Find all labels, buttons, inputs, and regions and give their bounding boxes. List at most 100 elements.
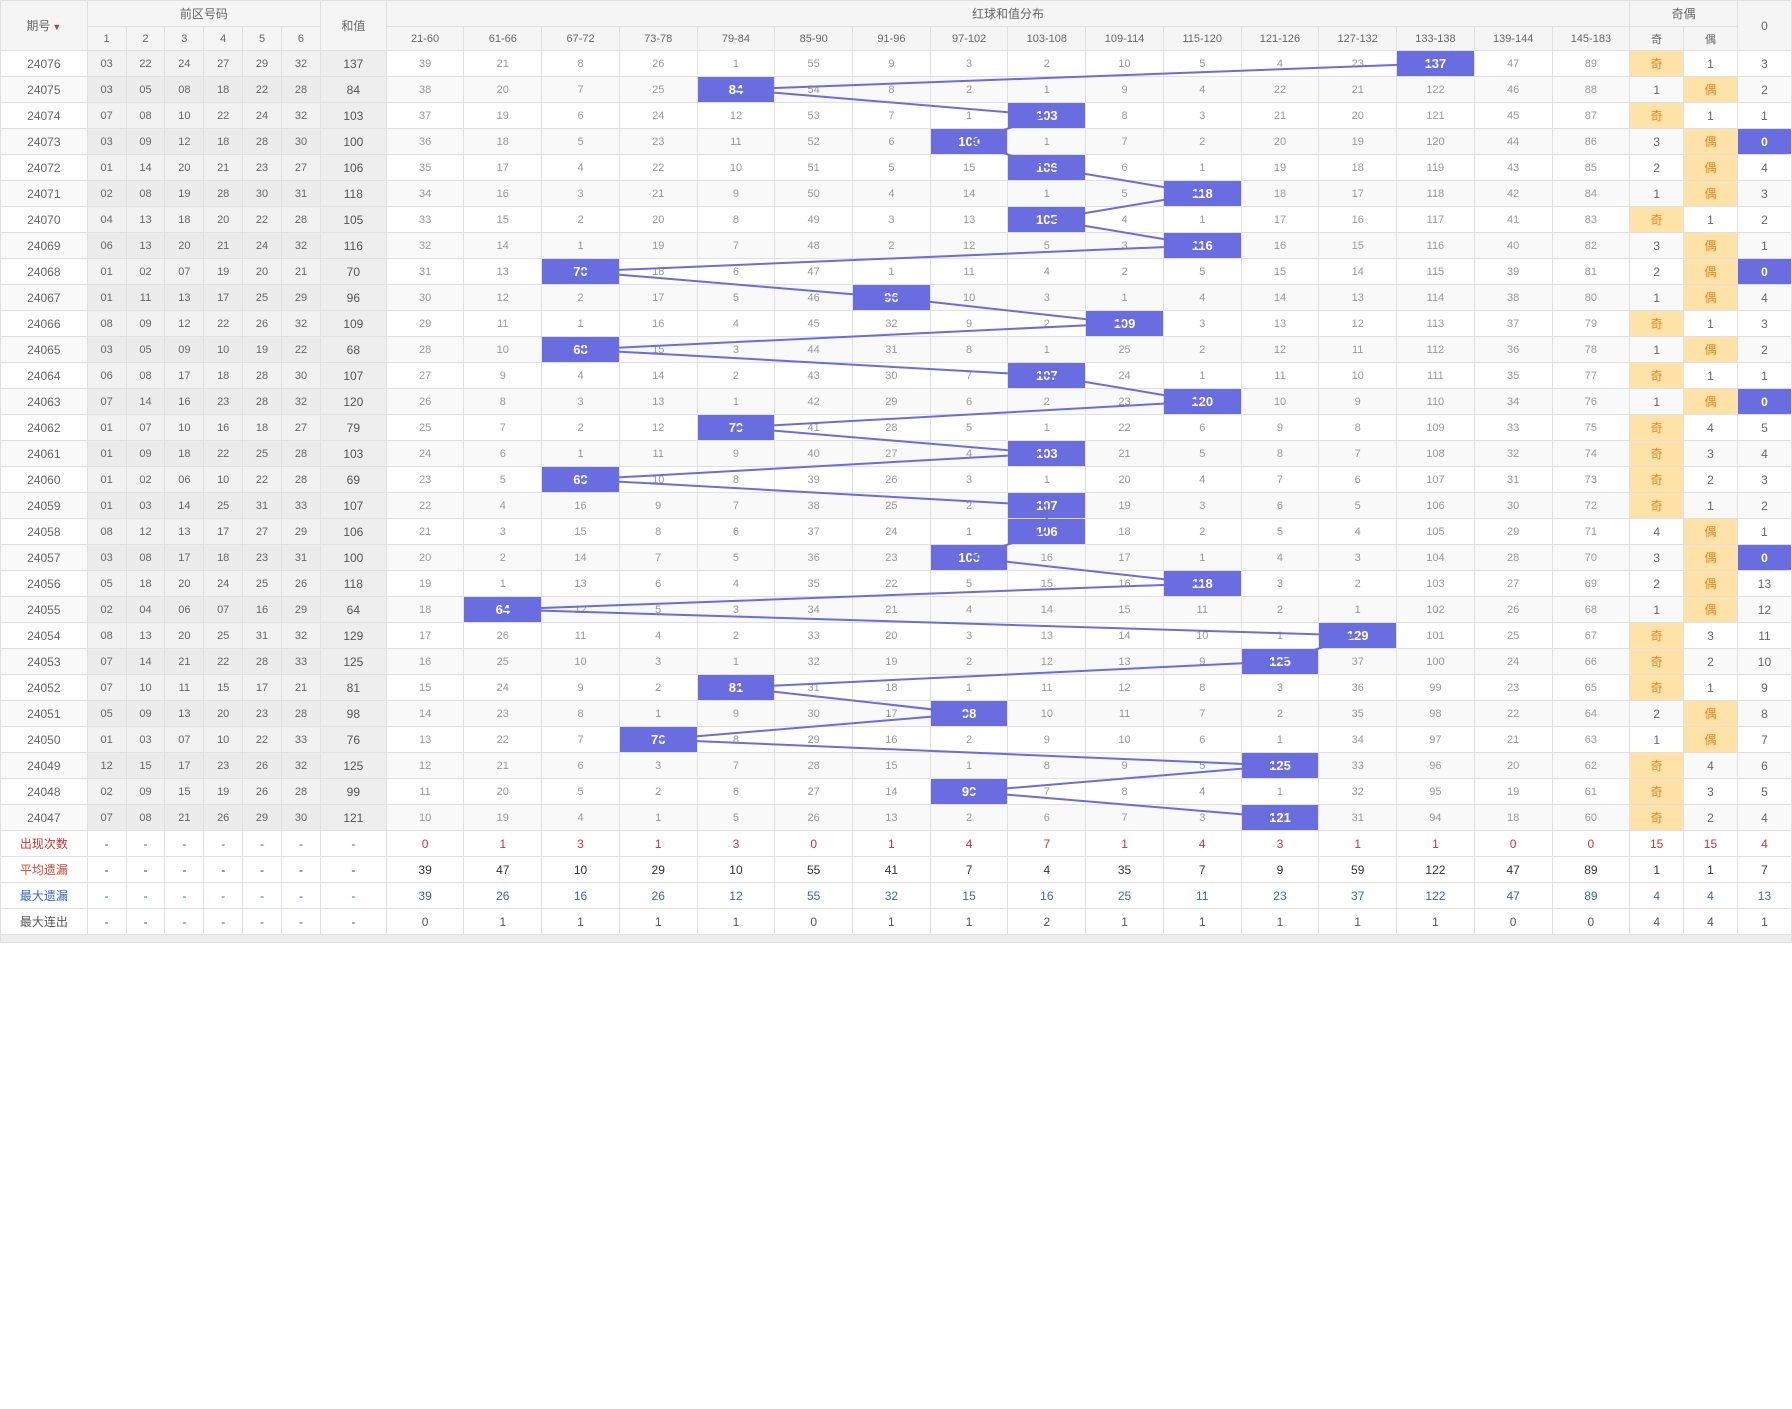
ball-cell: 14 bbox=[126, 389, 165, 415]
dist-cell: 18 bbox=[619, 259, 697, 285]
dist-cell: 4 bbox=[542, 805, 620, 831]
dist-hit-cell: 107 bbox=[1008, 363, 1086, 389]
dist-cell: 99 bbox=[1397, 675, 1475, 701]
ji-cell: 奇 bbox=[1630, 207, 1684, 233]
ball-cell: 26 bbox=[204, 805, 243, 831]
dist-cell: 10 bbox=[542, 649, 620, 675]
ou-cell: 2 bbox=[1684, 467, 1738, 493]
dist-cell: 14 bbox=[1086, 623, 1164, 649]
ball-cell: 18 bbox=[165, 441, 204, 467]
hezhi-cell: 64 bbox=[320, 597, 386, 623]
dist-cell: 2 bbox=[1163, 129, 1241, 155]
dist-cell: 20 bbox=[1474, 753, 1552, 779]
dist-hit-cell: 84 bbox=[697, 77, 775, 103]
zero-cell: 1 bbox=[1737, 233, 1791, 259]
stat-cell: 16 bbox=[542, 883, 620, 909]
dist-cell: 50 bbox=[775, 181, 853, 207]
dist-cell: 13 bbox=[1086, 649, 1164, 675]
dist-cell: 88 bbox=[1552, 77, 1630, 103]
stat-cell: 11 bbox=[1163, 883, 1241, 909]
qihao-cell: 24071 bbox=[1, 181, 88, 207]
dist-hit-cell: 125 bbox=[1241, 649, 1319, 675]
ball-cell: 13 bbox=[126, 623, 165, 649]
ball-cell: 16 bbox=[165, 389, 204, 415]
stat-cell: 1 bbox=[464, 831, 542, 857]
horizontal-scrollbar[interactable] bbox=[0, 935, 1792, 943]
dist-cell: 1 bbox=[697, 649, 775, 675]
stat-cell: 3 bbox=[1241, 831, 1319, 857]
dist-cell: 26 bbox=[386, 389, 464, 415]
dist-cell: 11 bbox=[697, 129, 775, 155]
dist-cell: 4 bbox=[1008, 259, 1086, 285]
ji-cell: 1 bbox=[1630, 77, 1684, 103]
dist-cell: 2 bbox=[853, 233, 931, 259]
ball-cell: 11 bbox=[165, 675, 204, 701]
dist-cell: 20 bbox=[386, 545, 464, 571]
ou-cell: 偶 bbox=[1684, 701, 1738, 727]
ball-cell: 02 bbox=[87, 779, 126, 805]
dist-cell: 16 bbox=[619, 311, 697, 337]
ji-cell: 奇 bbox=[1630, 311, 1684, 337]
ball-cell: 22 bbox=[204, 649, 243, 675]
ball-cell: 08 bbox=[87, 519, 126, 545]
col-range: 127-132 bbox=[1319, 27, 1397, 51]
ball-cell: 22 bbox=[243, 727, 282, 753]
dist-cell: 7 bbox=[697, 233, 775, 259]
dist-cell: 6 bbox=[853, 129, 931, 155]
dist-cell: 11 bbox=[1163, 597, 1241, 623]
dist-cell: 10 bbox=[619, 467, 697, 493]
hezhi-cell: 121 bbox=[320, 805, 386, 831]
ball-cell: 32 bbox=[281, 311, 320, 337]
stat-cell: - bbox=[165, 831, 204, 857]
dist-cell: 10 bbox=[1163, 623, 1241, 649]
dist-cell: 2 bbox=[619, 675, 697, 701]
dist-cell: 10 bbox=[1086, 51, 1164, 77]
stat-cell: 32 bbox=[853, 883, 931, 909]
dist-hit-cell: 118 bbox=[1163, 571, 1241, 597]
ball-cell: 13 bbox=[126, 233, 165, 259]
dist-cell: 29 bbox=[853, 389, 931, 415]
ji-cell: 1 bbox=[1630, 597, 1684, 623]
dist-cell: 2 bbox=[1008, 389, 1086, 415]
dist-cell: 27 bbox=[1474, 571, 1552, 597]
col-jiou: 奇偶 bbox=[1630, 1, 1738, 27]
ball-cell: 20 bbox=[204, 701, 243, 727]
dist-cell: 10 bbox=[1241, 389, 1319, 415]
dist-cell: 12 bbox=[619, 415, 697, 441]
dist-cell: 115 bbox=[1397, 259, 1475, 285]
qihao-cell: 24067 bbox=[1, 285, 88, 311]
sort-icon: ▼ bbox=[52, 22, 61, 32]
dist-cell: 30 bbox=[386, 285, 464, 311]
stat-cell: 0 bbox=[1552, 831, 1630, 857]
dist-hit-cell: 70 bbox=[542, 259, 620, 285]
stat-cell: 122 bbox=[1397, 857, 1475, 883]
ball-cell: 21 bbox=[281, 259, 320, 285]
stat-cell: - bbox=[87, 831, 126, 857]
dist-cell: 22 bbox=[1086, 415, 1164, 441]
ball-cell: 18 bbox=[204, 129, 243, 155]
col-ou: 偶 bbox=[1684, 27, 1738, 51]
ball-cell: 01 bbox=[87, 155, 126, 181]
dist-cell: 23 bbox=[1086, 389, 1164, 415]
stat-cell: 41 bbox=[853, 857, 931, 883]
dist-cell: 3 bbox=[1241, 675, 1319, 701]
dist-cell: 31 bbox=[853, 337, 931, 363]
ball-cell: 02 bbox=[126, 259, 165, 285]
dist-cell: 3 bbox=[619, 753, 697, 779]
dist-cell: 65 bbox=[1552, 675, 1630, 701]
stat-cell: 1 bbox=[1737, 909, 1791, 935]
dist-cell: 79 bbox=[1552, 311, 1630, 337]
stat-cell: - bbox=[87, 883, 126, 909]
dist-cell: 100 bbox=[1397, 649, 1475, 675]
dist-hit-cell: 69 bbox=[542, 467, 620, 493]
ball-cell: 01 bbox=[87, 415, 126, 441]
dist-cell: 8 bbox=[1008, 753, 1086, 779]
stat-cell: 59 bbox=[1319, 857, 1397, 883]
dist-cell: 107 bbox=[1397, 467, 1475, 493]
ball-cell: 08 bbox=[126, 805, 165, 831]
col-qihao[interactable]: 期号▼ bbox=[1, 1, 88, 51]
hezhi-cell: 99 bbox=[320, 779, 386, 805]
ball-cell: 10 bbox=[204, 337, 243, 363]
dist-cell: 16 bbox=[1241, 233, 1319, 259]
dist-cell: 1 bbox=[1163, 155, 1241, 181]
